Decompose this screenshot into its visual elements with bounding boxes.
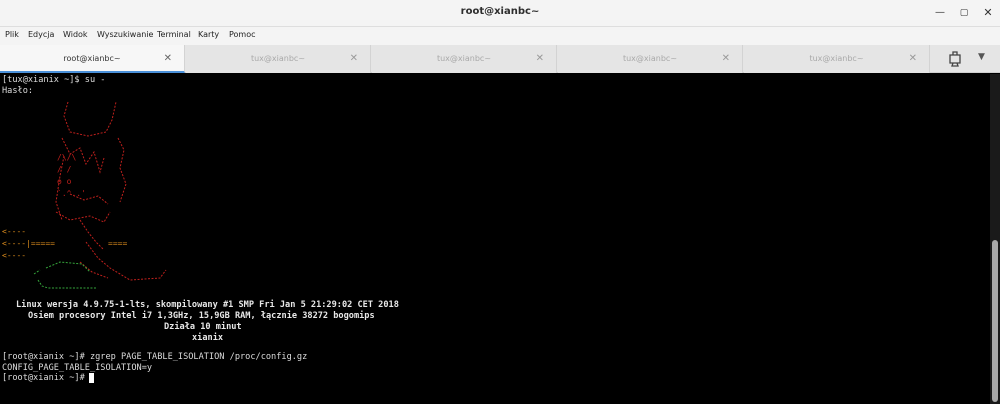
maximize-icon[interactable]: ▢ [956,5,972,21]
cpu-info: Osiem procesory Intel i7 1,3GHz, 15,9GB … [28,311,375,321]
ascii-cat-logo: /\/\ / / o o `.^..' <---- <----|===== <-… [2,101,167,289]
svg-text:<----: <---- [2,251,26,260]
menu-item-wyszukiwanie[interactable]: Wyszukiwanie [97,30,153,39]
tab-close-icon[interactable]: ✕ [164,53,172,64]
tab-label: tux@xianbc~ [809,54,864,63]
menu-item-widok[interactable]: Widok [63,30,88,39]
scrollbar[interactable] [990,74,1000,404]
tab-close-icon[interactable]: ✕ [722,53,730,64]
hostname-info: xianix [192,333,224,343]
svg-text:o o: o o [57,177,72,186]
tab-close-icon[interactable]: ✕ [350,53,358,64]
text-cursor [89,373,94,383]
terminal-line: [root@xianix ~]# zgrep PAGE_TABLE_ISOLAT… [2,352,308,362]
tab-tux-2[interactable]: tux@xianbc~ ✕ [372,45,557,73]
terminal-output[interactable]: [tux@xianix ~]$ su - Hasło: /\/\ / / o o… [0,74,990,404]
svg-text:/ /: / / [57,165,72,174]
kernel-info: Linux wersja 4.9.75-1-lts, skompilowany … [16,300,399,310]
menu-item-edycja[interactable]: Edycja [28,30,54,39]
tab-close-icon[interactable]: ✕ [536,53,544,64]
tab-root[interactable]: root@xianbc~ ✕ [0,45,185,73]
chevron-down-icon[interactable]: ▼ [978,52,985,62]
menu-item-karty[interactable]: Karty [198,30,219,39]
svg-text:`.^..': `.^..' [57,188,86,198]
title-bar: root@xianbc~ — ▢ ✕ [0,0,1000,27]
close-icon[interactable]: ✕ [980,5,996,21]
tab-label: tux@xianbc~ [250,54,306,63]
menu-bar: Plik Edycja Widok Wyszukiwanie Terminal … [0,27,1000,45]
uptime-info: Działa 10 minut [164,322,242,332]
tab-label: tux@xianbc~ [436,54,492,63]
tab-bar: root@xianbc~ ✕ tux@xianbc~ ✕ tux@xianbc~… [0,45,1000,73]
tab-tux-4[interactable]: tux@xianbc~ ✕ [744,45,930,73]
tab-label: tux@xianbc~ [622,54,678,63]
minimize-icon[interactable]: — [932,5,948,21]
tab-label: root@xianbc~ [63,54,121,63]
menu-item-plik[interactable]: Plik [5,30,19,39]
svg-text:<----|=====: <----|===== [2,239,55,248]
tab-tux-1[interactable]: tux@xianbc~ ✕ [186,45,371,73]
tab-tux-3[interactable]: tux@xianbc~ ✕ [558,45,743,73]
svg-text:====: ==== [108,239,127,248]
window-title: root@xianbc~ [460,6,540,17]
menu-item-pomoc[interactable]: Pomoc [229,30,256,39]
svg-text:<----: <---- [2,227,26,236]
tab-close-icon[interactable]: ✕ [909,53,917,64]
scrollbar-thumb[interactable] [992,240,998,402]
menu-item-terminal[interactable]: Terminal [157,30,191,39]
svg-text:/\/\: /\/\ [57,153,76,162]
terminal-prompt: [root@xianix ~]# [2,373,90,383]
new-tab-icon[interactable] [945,51,965,67]
terminal-line: [tux@xianix ~]$ su - [2,75,106,85]
